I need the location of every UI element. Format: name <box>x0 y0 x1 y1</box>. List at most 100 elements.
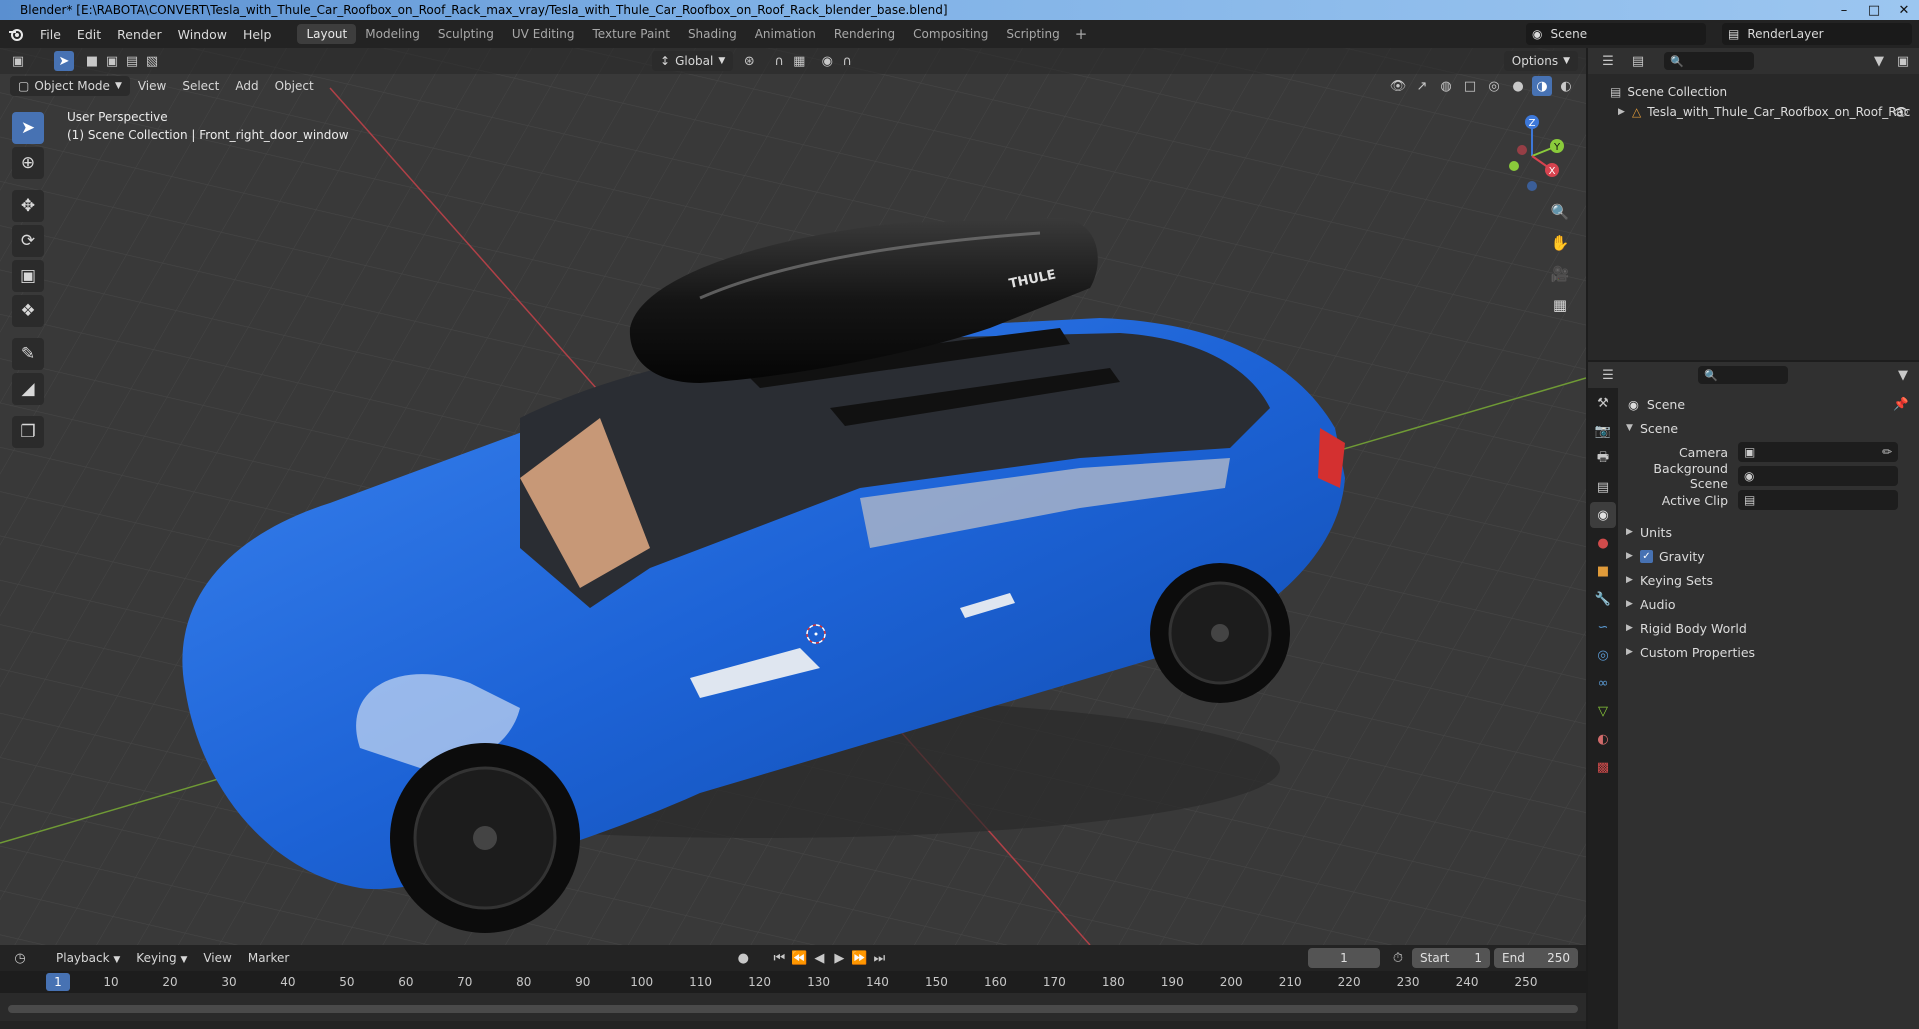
zoom-icon[interactable]: 🔍 <box>1546 198 1574 226</box>
minimize-button[interactable]: – <box>1829 0 1859 20</box>
next-keyframe-icon[interactable]: ⏩ <box>849 948 869 968</box>
menu-file[interactable]: File <box>32 27 69 42</box>
add-cube-tool-icon[interactable]: ❐ <box>12 416 44 448</box>
select-box-invert-icon[interactable]: ▧ <box>142 51 162 71</box>
filter-icon[interactable]: ▼ <box>1869 51 1889 71</box>
select-box-new-icon[interactable]: ■ <box>82 51 102 71</box>
measure-tool-icon[interactable]: ◢ <box>12 373 44 405</box>
tab-rendering[interactable]: Rendering <box>825 24 904 44</box>
wireframe-shading-icon[interactable]: ◎ <box>1484 76 1504 96</box>
add-workspace-icon[interactable]: + <box>1069 25 1094 43</box>
record-icon[interactable]: ● <box>733 948 753 968</box>
move-tool-icon[interactable]: ✥ <box>12 190 44 222</box>
tab-layout[interactable]: Layout <box>297 24 357 44</box>
cursor-tool-icon[interactable]: ⊕ <box>12 147 44 179</box>
gizmo-icon[interactable]: ↗ <box>1412 76 1432 96</box>
material-shading-icon[interactable]: ◑ <box>1532 76 1552 96</box>
tab-uv-editing[interactable]: UV Editing <box>503 24 584 44</box>
output-tab-icon[interactable]: 🖶 <box>1590 446 1616 472</box>
menu-view-timeline[interactable]: View <box>195 951 239 965</box>
menu-marker[interactable]: Marker <box>240 951 297 965</box>
menu-playback[interactable]: Playback ▼ <box>48 951 128 965</box>
pan-hand-icon[interactable]: ✋ <box>1546 229 1574 257</box>
menu-select[interactable]: Select <box>174 79 227 93</box>
solid-shading-icon[interactable]: ● <box>1508 76 1528 96</box>
constraints-tab-icon[interactable]: ∞ <box>1590 670 1616 696</box>
3d-viewport[interactable]: THULE ▣ ➤ ■ ▣ ▤ ▧ ↕ Global ▼ ⊛ ∩ ▦ ◉ ∩ O… <box>0 48 1586 945</box>
timeline-scrollbar[interactable] <box>8 1005 1578 1013</box>
select-box-tool-icon[interactable]: ➤ <box>12 112 44 144</box>
chevron-down-icon[interactable]: ▼ <box>1893 365 1913 385</box>
falloff-icon[interactable]: ∩ <box>837 51 857 71</box>
scale-tool-icon[interactable]: ▣ <box>12 260 44 292</box>
data-tab-icon[interactable]: ▽ <box>1590 698 1616 724</box>
physics-tab-icon[interactable]: ◎ <box>1590 642 1616 668</box>
menu-view[interactable]: View <box>130 79 174 93</box>
transform-orientation-dropdown[interactable]: ↕ Global ▼ <box>652 51 734 71</box>
world-tab-icon[interactable]: ● <box>1590 530 1616 556</box>
menu-help[interactable]: Help <box>235 27 280 42</box>
close-button[interactable]: ✕ <box>1889 0 1919 20</box>
scene-tab-icon[interactable]: ◉ <box>1590 502 1616 528</box>
scene-selector[interactable]: ◉ Scene <box>1526 23 1706 45</box>
background-scene-field[interactable]: ◉ <box>1738 466 1898 486</box>
tab-sculpting[interactable]: Sculpting <box>429 24 503 44</box>
outliner-root[interactable]: ▤ Scene Collection <box>1588 82 1919 102</box>
active-clip-field[interactable]: ▤ <box>1738 490 1898 510</box>
prev-keyframe-icon[interactable]: ⏪ <box>789 948 809 968</box>
panel-gravity[interactable]: ▶ ✓ Gravity <box>1618 544 1919 568</box>
expand-icon[interactable]: ▶ <box>1618 107 1632 117</box>
eyedropper-icon[interactable]: ✏ <box>1882 445 1892 459</box>
editor-type-icon[interactable]: ▣ <box>8 51 28 71</box>
stopwatch-icon[interactable]: ⏱ <box>1388 948 1408 968</box>
camera-view-icon[interactable]: 🎥 <box>1546 260 1574 288</box>
object-mode-dropdown[interactable]: ▢ Object Mode ▼ <box>10 76 130 96</box>
display-mode-icon[interactable]: ▤ <box>1628 51 1648 71</box>
tab-animation[interactable]: Animation <box>746 24 825 44</box>
panel-units[interactable]: ▶ Units <box>1618 520 1919 544</box>
perspective-toggle-icon[interactable]: ▦ <box>1546 291 1574 319</box>
proportional-editing-icon[interactable]: ◉ <box>817 51 837 71</box>
snap-icon[interactable]: ∩ <box>769 51 789 71</box>
menu-object[interactable]: Object <box>267 79 322 93</box>
tab-compositing[interactable]: Compositing <box>904 24 997 44</box>
timeline-ruler[interactable]: 1 10 20 30 40 50 60 70 80 90 100 110 120 130 140 150 160… <box>0 971 1586 993</box>
play-icon[interactable]: ▶ <box>829 948 849 968</box>
navigation-gizmo[interactable]: Z Y X <box>1492 112 1572 192</box>
jump-start-icon[interactable]: ⏮ <box>769 948 789 968</box>
tab-modeling[interactable]: Modeling <box>356 24 429 44</box>
start-frame-field[interactable]: Start 1 <box>1412 948 1490 968</box>
menu-render[interactable]: Render <box>109 27 170 42</box>
tab-shading[interactable]: Shading <box>679 24 746 44</box>
menu-keying[interactable]: Keying ▼ <box>128 951 195 965</box>
snap-target-icon[interactable]: ▦ <box>789 51 809 71</box>
current-frame-field[interactable]: 1 <box>1308 948 1380 968</box>
object-tab-icon[interactable]: ■ <box>1590 558 1616 584</box>
menu-edit[interactable]: Edit <box>69 27 109 42</box>
material-tab-icon[interactable]: ◐ <box>1590 726 1616 752</box>
camera-field[interactable]: ▣ ✏ <box>1738 442 1898 462</box>
tool-tab-icon[interactable]: ⚒ <box>1590 390 1616 416</box>
outliner-item[interactable]: ▶ △ Tesla_with_Thule_Car_Roofbox_on_Roof… <box>1588 102 1919 122</box>
select-box-subtract-icon[interactable]: ▤ <box>122 51 142 71</box>
gravity-checkbox[interactable]: ✓ <box>1640 549 1653 563</box>
annotate-tool-icon[interactable]: ✎ <box>12 338 44 370</box>
pin-icon[interactable]: 📌 <box>1893 396 1909 412</box>
rendered-shading-icon[interactable]: ◐ <box>1556 76 1576 96</box>
clock-icon[interactable]: ◷ <box>10 948 30 968</box>
menu-window[interactable]: Window <box>170 27 235 42</box>
scene-section-header[interactable]: ▼ Scene <box>1618 416 1919 440</box>
tab-texture-paint[interactable]: Texture Paint <box>584 24 679 44</box>
eye-icon[interactable]: 👁 <box>1894 105 1909 119</box>
end-frame-field[interactable]: End 250 <box>1494 948 1578 968</box>
texture-tab-icon[interactable]: ▩ <box>1590 754 1616 780</box>
transform-tool-icon[interactable]: ❖ <box>12 295 44 327</box>
new-collection-icon[interactable]: ▣ <box>1893 51 1913 71</box>
panel-audio[interactable]: ▶ Audio <box>1618 592 1919 616</box>
visibility-icon[interactable]: 👁 <box>1388 76 1408 96</box>
select-box-extend-icon[interactable]: ▣ <box>102 51 122 71</box>
overlays-icon[interactable]: ◍ <box>1436 76 1456 96</box>
play-reverse-icon[interactable]: ◀ <box>809 948 829 968</box>
outliner-search-input[interactable]: 🔍 <box>1664 52 1754 70</box>
options-dropdown[interactable]: Options ▼ <box>1503 51 1578 71</box>
